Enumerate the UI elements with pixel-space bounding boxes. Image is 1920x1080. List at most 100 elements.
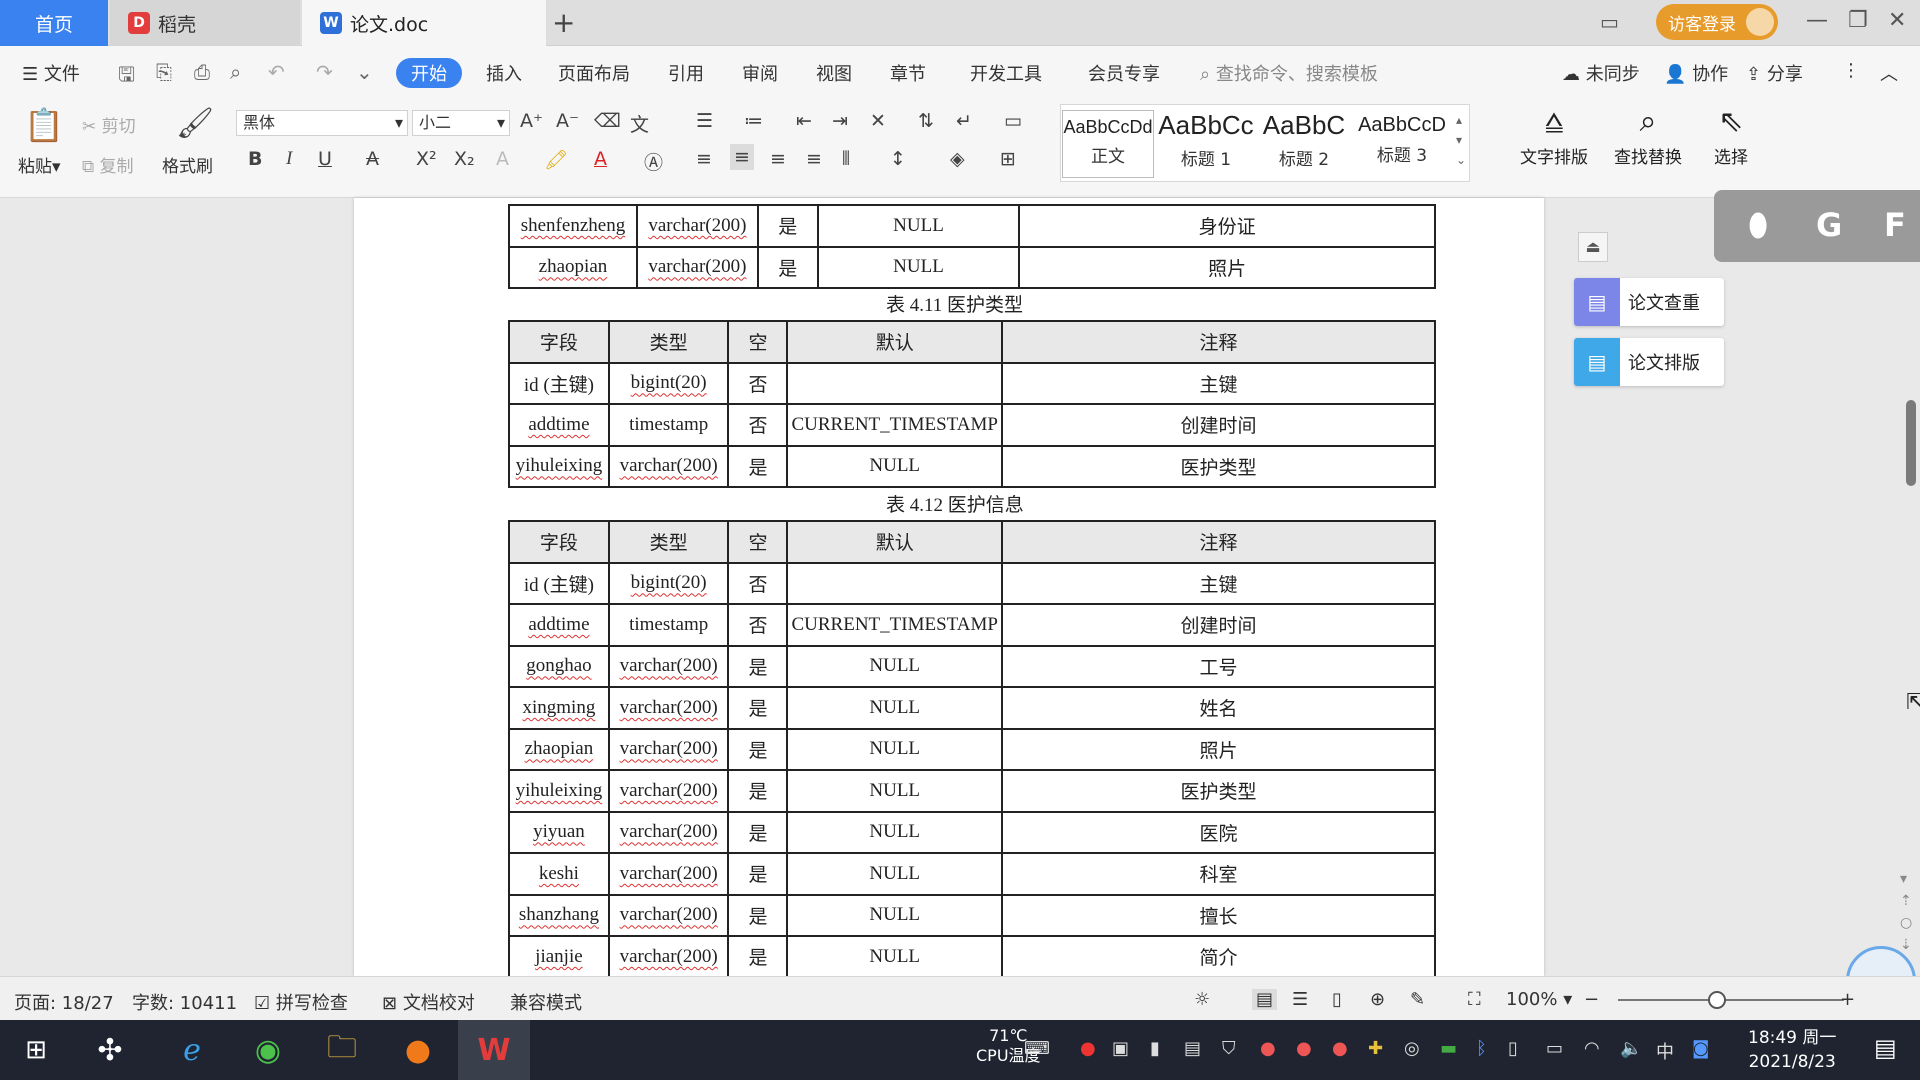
clock[interactable]: 18:49 周一 2021/8/23: [1748, 1026, 1836, 1074]
undo-icon[interactable]: ↶: [268, 60, 285, 84]
command-search[interactable]: ⌕ 查找命令、搜索模板: [1200, 60, 1378, 86]
sync-button[interactable]: ☁ 未同步: [1562, 60, 1640, 86]
style-heading-3[interactable]: AaBbCcD 标题 3: [1354, 110, 1450, 178]
volume-icon[interactable]: 🔈: [1620, 1038, 1642, 1059]
wifi-icon[interactable]: ◠: [1584, 1038, 1600, 1059]
web-view-icon[interactable]: ⊕: [1370, 989, 1385, 1010]
zoom-out-icon[interactable]: −: [1584, 989, 1599, 1010]
sort-icon[interactable]: ⇅: [918, 110, 934, 132]
zoom-level[interactable]: 100% ▾: [1506, 989, 1572, 1010]
menu-references[interactable]: 引用: [668, 60, 704, 86]
more-icon[interactable]: ⋮: [1842, 60, 1860, 81]
char-border-icon[interactable]: Ⓐ: [644, 148, 663, 175]
zoom-slider[interactable]: [1618, 999, 1844, 1001]
menu-home[interactable]: 开始: [396, 58, 462, 88]
menu-view[interactable]: 视图: [816, 60, 852, 86]
new-tab-button[interactable]: +: [552, 6, 575, 39]
outline-view-icon[interactable]: ☰: [1292, 989, 1308, 1010]
tray-app-icon[interactable]: ●: [1332, 1038, 1348, 1059]
menu-dev-tools[interactable]: 开发工具: [970, 60, 1042, 86]
menu-page-layout[interactable]: 页面布局: [558, 60, 630, 86]
align-right-icon[interactable]: ≡: [770, 148, 786, 170]
paper-layout-button[interactable]: ▤ 论文排版: [1574, 338, 1724, 386]
collapse-panel-icon[interactable]: ⏏: [1578, 232, 1608, 262]
security-shield-icon[interactable]: ⛉: [1222, 1038, 1236, 1059]
paste-icon[interactable]: 📋: [24, 106, 64, 144]
borders-icon[interactable]: ⊞: [1000, 148, 1016, 170]
tray-app-icon[interactable]: ▬: [1440, 1038, 1457, 1059]
subscript-icon[interactable]: X₂: [454, 148, 475, 170]
wps-writer-icon[interactable]: W: [458, 1020, 530, 1080]
zoom-in-icon[interactable]: +: [1840, 989, 1855, 1010]
italic-icon[interactable]: I: [286, 148, 292, 170]
shield-icon[interactable]: ⬮: [1748, 206, 1768, 245]
format-painter-button[interactable]: 格式刷: [162, 152, 213, 177]
write-mode-icon[interactable]: ✎: [1410, 989, 1425, 1010]
layout-icon[interactable]: ▭: [1600, 10, 1619, 34]
font-color-icon[interactable]: A: [594, 148, 607, 170]
tray-app-icon[interactable]: ◎: [1404, 1038, 1420, 1059]
menu-insert[interactable]: 插入: [486, 60, 522, 86]
chinese-layout-icon[interactable]: ✕: [870, 110, 886, 132]
page-nav-icon[interactable]: ▾ ⇡ ○ ⇣: [1900, 868, 1912, 956]
fit-page-icon[interactable]: ⛶: [1468, 989, 1481, 1010]
paper-check-button[interactable]: ▤ 论文查重: [1574, 278, 1724, 326]
find-replace-button[interactable]: ⌕ 查找替换: [1614, 104, 1682, 168]
tray-app-icon[interactable]: ✚: [1368, 1038, 1383, 1059]
scrollbar-thumb[interactable]: [1906, 400, 1916, 486]
bold-icon[interactable]: B: [248, 148, 262, 170]
close-icon[interactable]: ✕: [1888, 8, 1906, 33]
menu-member[interactable]: 会员专享: [1088, 60, 1160, 86]
login-button[interactable]: 访客登录: [1656, 4, 1778, 40]
bluetooth-icon[interactable]: ᛒ: [1476, 1038, 1487, 1059]
align-center-icon[interactable]: ≡: [730, 144, 754, 170]
proofread-button[interactable]: ⊠ 文档校对: [382, 989, 475, 1015]
browser-360-icon[interactable]: ◉: [242, 1026, 294, 1074]
share-button[interactable]: ⇪ 分享: [1746, 60, 1803, 86]
shrink-font-icon[interactable]: A⁻: [556, 110, 579, 132]
justify-icon[interactable]: ≡: [806, 148, 822, 170]
numbered-list-icon[interactable]: ≔: [744, 110, 763, 132]
show-marks-icon[interactable]: ↵: [956, 110, 972, 132]
paste-button[interactable]: 粘贴▾: [18, 152, 61, 177]
file-explorer-icon[interactable]: 🗀: [316, 1026, 368, 1074]
word-count[interactable]: 字数: 10411: [132, 989, 237, 1015]
ie-browser-icon[interactable]: ℯ: [166, 1026, 218, 1074]
collab-button[interactable]: 👤 协作: [1664, 60, 1728, 86]
line-spacing-icon[interactable]: ↕: [890, 148, 906, 170]
tray-app-icon[interactable]: ●: [1080, 1038, 1096, 1059]
media-app-icon[interactable]: ●: [392, 1026, 444, 1074]
font-size-select[interactable]: 小二 ▾: [412, 110, 510, 136]
tray-app-icon[interactable]: ▤: [1184, 1038, 1201, 1059]
tab-document[interactable]: W 论文.doc: [302, 0, 546, 46]
print-preview-icon[interactable]: ⌕: [230, 60, 241, 84]
text-layout-button[interactable]: ⩠ 文字排版: [1520, 104, 1588, 168]
page-view-icon[interactable]: ▤: [1252, 989, 1278, 1010]
battery-icon[interactable]: ▭: [1546, 1038, 1563, 1059]
save-icon[interactable]: 🖫: [118, 60, 135, 94]
style-heading-2[interactable]: AaBbC 标题 2: [1256, 110, 1352, 178]
style-normal[interactable]: AaBbCcDd 正文: [1062, 110, 1154, 178]
export-icon[interactable]: ⎘: [156, 60, 172, 84]
minimize-icon[interactable]: —: [1806, 8, 1828, 33]
menu-chapter[interactable]: 章节: [890, 60, 926, 86]
increase-indent-icon[interactable]: ⇥: [832, 110, 848, 132]
grow-font-icon[interactable]: A⁺: [520, 110, 543, 132]
spell-check-button[interactable]: ☑ 拼写检查: [254, 989, 348, 1015]
pinwheel-app-icon[interactable]: ✣: [84, 1026, 136, 1074]
float-letter-f[interactable]: F: [1884, 206, 1906, 244]
tab-daoke[interactable]: D 稻壳: [110, 0, 300, 46]
highlight-icon[interactable]: 🖍: [544, 148, 568, 171]
keyboard-icon[interactable]: ⌨: [1024, 1038, 1050, 1059]
ime-app-icon[interactable]: ◙: [1692, 1038, 1709, 1059]
copy-button[interactable]: ⧉ 复制: [82, 152, 134, 177]
underline-icon[interactable]: U: [318, 148, 332, 170]
font-name-select[interactable]: 黑体 ▾: [236, 110, 408, 136]
ruler-icon[interactable]: ▭: [1004, 110, 1022, 132]
superscript-icon[interactable]: X²: [416, 148, 437, 170]
usb-icon[interactable]: ▯: [1508, 1038, 1518, 1059]
tray-app-icon[interactable]: ●: [1296, 1038, 1312, 1059]
strikethrough-icon[interactable]: A: [366, 148, 379, 170]
float-letter-g[interactable]: G: [1816, 206, 1842, 244]
reading-view-icon[interactable]: ▯: [1332, 989, 1342, 1010]
